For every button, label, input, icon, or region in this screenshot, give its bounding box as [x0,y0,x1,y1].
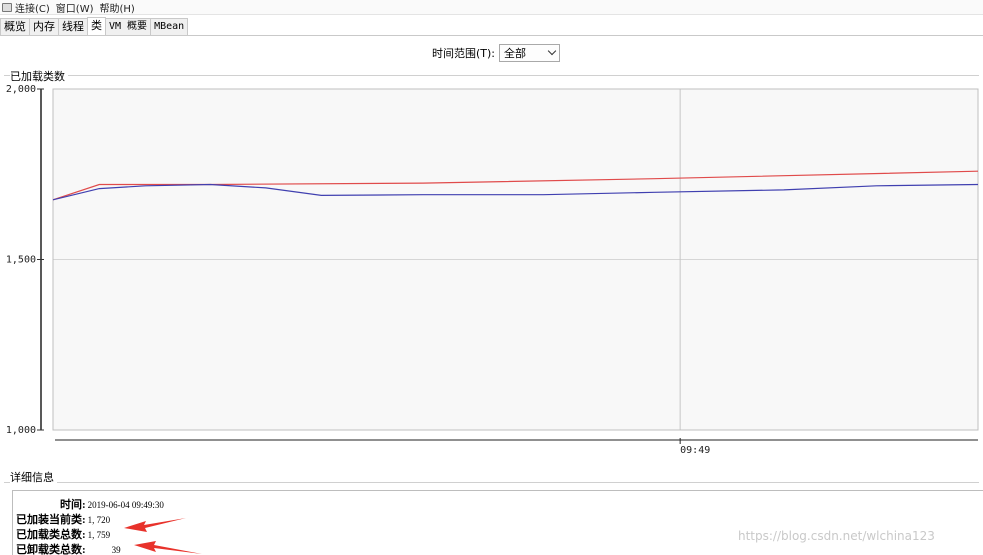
detail-value: 1, 720 [87,515,111,525]
red-arrow-icon [134,541,202,554]
time-range-row: 时间范围(T): 全部 [432,43,561,62]
menu-help[interactable]: 帮助(H) [100,0,135,15]
detail-key: 时间: [60,499,86,511]
time-range-select[interactable]: 全部 [499,43,561,62]
menubar: 连接(C) 窗口(W) 帮助(H) [0,0,983,15]
chart-group-border [4,75,979,76]
tab-vm-summary[interactable]: VM 概要 [105,18,152,35]
y-tick-label: 2,000 [6,84,36,95]
detail-value: 2019-06-04 09:49:30 [87,500,164,510]
details-group-border [4,482,979,483]
tab-overview[interactable]: 概览 [0,18,30,35]
detail-row-total-loaded: 已加载类总数: 1, 759 [16,526,110,542]
tab-mbeans[interactable]: MBean [150,18,189,35]
x-tick-label: 09:49 [680,445,710,456]
detail-key: 已加装当前类: [16,514,86,526]
detail-row-time: 时间: 2019-06-04 09:49:30 [60,496,164,512]
y-tick-label: 1,000 [6,425,36,436]
tab-strip: 概览 内存 线程 类 VM 概要 MBean [0,17,189,35]
loaded-classes-chart: 1,000 1,500 2,000 09:49 [6,84,979,456]
details-group-title: 详细信息 [10,469,57,485]
time-range-value: 全部 [504,46,527,60]
menu-window[interactable]: 窗口(W) [56,0,94,15]
menu-connection[interactable]: 连接(C) [15,0,50,15]
detail-key: 已加载类总数: [16,529,86,541]
detail-row-total-unloaded: 已卸载类总数: 39 [16,541,121,555]
chevron-down-icon [547,46,557,56]
time-range-label: 时间范围(T): [432,46,496,60]
watermark-text: https://blog.csdn.net/wlchina123 [738,529,935,543]
detail-value: 1, 759 [87,530,111,540]
red-arrow-icon [124,518,186,532]
detail-value: 39 [111,545,121,555]
tab-divider [0,35,983,36]
detail-key: 已卸载类总数: [16,544,86,555]
detail-row-current: 已加装当前类: 1, 720 [16,511,110,527]
y-tick-label: 1,500 [6,255,36,266]
app-icon [2,2,12,12]
tab-threads[interactable]: 线程 [58,18,88,35]
tab-memory[interactable]: 内存 [29,18,59,35]
tab-classes[interactable]: 类 [87,17,106,35]
